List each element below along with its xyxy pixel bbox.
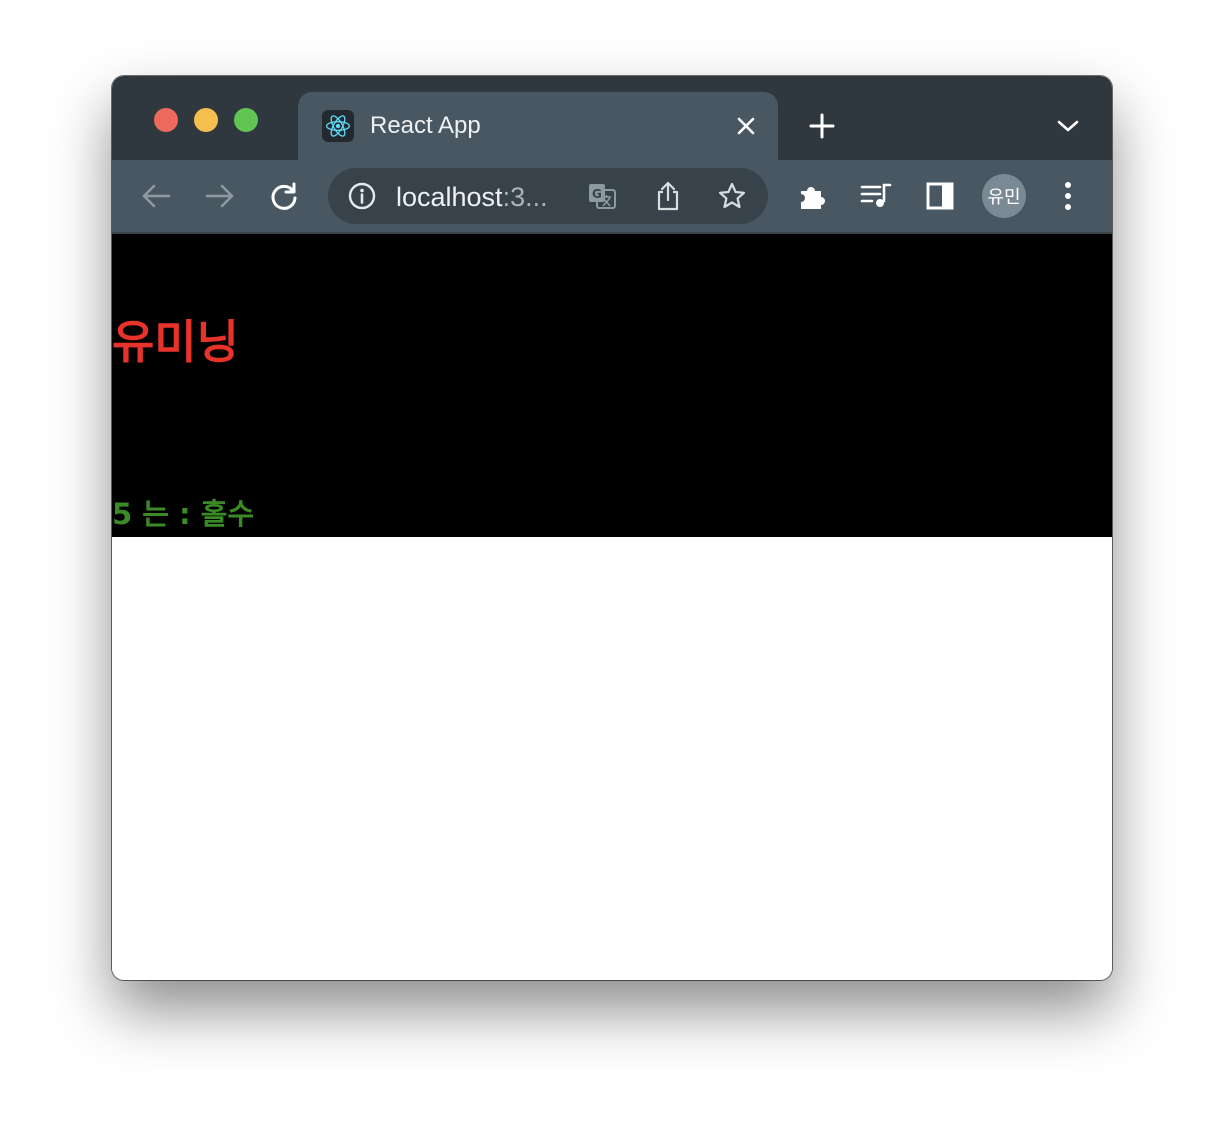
tab-strip: React App <box>112 76 1112 160</box>
svg-text:G: G <box>592 187 602 201</box>
translate-icon[interactable]: G <box>586 180 618 212</box>
address-bar[interactable]: localhost:3... G <box>328 168 768 224</box>
page-content: 유미닝 5 는 : 홀수 <box>112 234 1112 980</box>
url-text[interactable]: localhost:3... <box>396 182 548 213</box>
forward-arrow-icon[interactable] <box>202 178 238 214</box>
extensions-puzzle-icon[interactable] <box>794 178 830 214</box>
back-arrow-icon[interactable] <box>138 178 174 214</box>
chevron-down-icon[interactable] <box>1054 112 1082 140</box>
media-queue-icon[interactable] <box>858 178 894 214</box>
browser-window: React App localhost:3... G 유민 유미닝 5 는: … <box>112 76 1112 980</box>
reload-icon[interactable] <box>266 178 302 214</box>
info-icon[interactable] <box>346 180 378 212</box>
tab-title: React App <box>370 112 481 139</box>
url-rest: :3... <box>502 182 548 212</box>
react-logo-icon <box>322 110 354 142</box>
close-window-button[interactable] <box>154 108 178 132</box>
app-header: 유미닝 5 는 : 홀수 <box>112 234 1112 537</box>
more-menu-icon[interactable] <box>1050 178 1086 214</box>
url-host: localhost <box>396 182 503 212</box>
page-title: 유미닝 <box>112 315 239 369</box>
profile-avatar[interactable]: 유민 <box>982 174 1026 218</box>
close-icon[interactable] <box>732 112 760 140</box>
star-icon[interactable] <box>716 180 748 212</box>
tab-react-app[interactable]: React App <box>298 92 778 160</box>
zoom-window-button[interactable] <box>234 108 258 132</box>
browser-toolbar: localhost:3... G 유민 <box>112 160 1112 234</box>
side-panel-icon[interactable] <box>922 178 958 214</box>
minimize-window-button[interactable] <box>194 108 218 132</box>
odd-even-result: 5 는 : 홀수 <box>112 497 255 531</box>
share-icon[interactable] <box>652 180 684 212</box>
new-tab-plus-icon[interactable] <box>806 110 838 142</box>
